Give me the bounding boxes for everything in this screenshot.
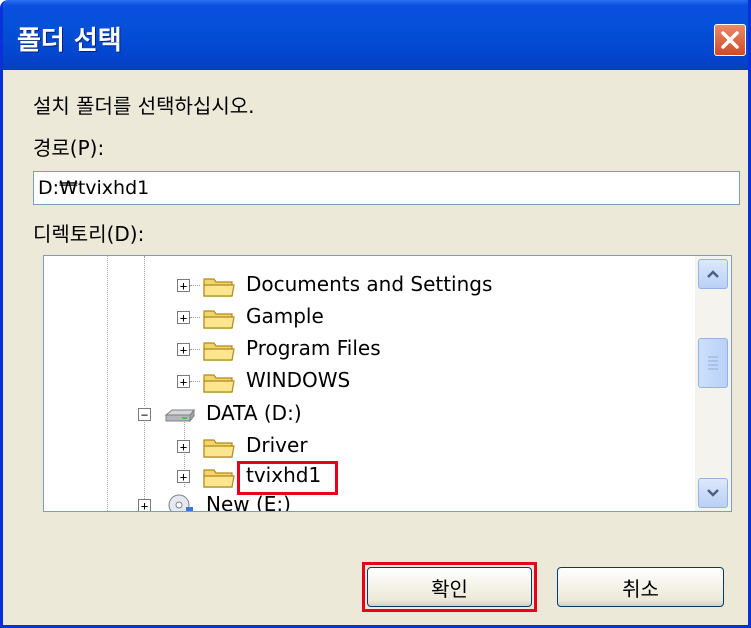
cancel-button[interactable]: 취소 bbox=[557, 567, 724, 607]
tree-item-gample[interactable]: + Gample bbox=[44, 302, 694, 332]
scroll-up-button[interactable] bbox=[698, 259, 728, 289]
tree-item-windows[interactable]: + WINDOWS bbox=[44, 366, 694, 396]
tree-item-label: Documents and Settings bbox=[246, 272, 493, 296]
folder-icon bbox=[203, 310, 235, 329]
cd-drive-icon bbox=[168, 494, 193, 511]
ok-button-highlight bbox=[362, 562, 537, 612]
tree-item-data-drive[interactable]: − DATA (D:) bbox=[44, 399, 694, 429]
tree-item-label: Program Files bbox=[246, 336, 381, 360]
tree-item-label: Driver bbox=[246, 433, 308, 457]
expand-icon[interactable]: + bbox=[177, 375, 190, 388]
folder-select-dialog: 폴더 선택 설치 폴더를 선택하십시오. 경로(P): 디렉토리(D): + bbox=[0, 0, 751, 628]
title-bar[interactable]: 폴더 선택 bbox=[3, 0, 748, 70]
expand-icon[interactable]: + bbox=[177, 279, 190, 292]
folder-icon bbox=[203, 439, 235, 458]
vertical-scrollbar[interactable] bbox=[695, 256, 731, 511]
path-label: 경로(P): bbox=[33, 136, 105, 160]
folder-icon bbox=[203, 342, 235, 361]
tree-item-label: WINDOWS bbox=[246, 368, 351, 392]
expand-icon[interactable]: + bbox=[177, 440, 190, 453]
tree-item-driver[interactable]: + Driver bbox=[44, 431, 694, 461]
chevron-down-icon bbox=[707, 489, 719, 497]
tree-item-label: New (E:) bbox=[206, 492, 291, 512]
path-input[interactable] bbox=[33, 171, 740, 205]
expand-icon[interactable]: + bbox=[138, 499, 151, 511]
expand-icon[interactable]: + bbox=[177, 311, 190, 324]
collapse-icon[interactable]: − bbox=[138, 408, 151, 421]
close-button[interactable] bbox=[714, 24, 746, 56]
folder-icon bbox=[203, 374, 235, 393]
directory-label: 디렉토리(D): bbox=[33, 222, 145, 246]
tree-item-program-files[interactable]: + Program Files bbox=[44, 334, 694, 364]
tree-item-label: Gample bbox=[246, 304, 324, 328]
close-icon bbox=[721, 31, 739, 49]
dialog-body: 설치 폴더를 선택하십시오. 경로(P): 디렉토리(D): + Documen… bbox=[3, 70, 748, 625]
instruction-text: 설치 폴더를 선택하십시오. bbox=[33, 94, 255, 118]
grip-icon bbox=[708, 356, 718, 370]
folder-icon bbox=[203, 469, 235, 488]
tree-item-label: DATA (D:) bbox=[206, 401, 302, 425]
tree-item-new-drive[interactable]: + New (E:) bbox=[44, 490, 694, 512]
chevron-up-icon bbox=[707, 270, 719, 278]
drive-icon bbox=[164, 408, 196, 423]
expand-icon[interactable]: + bbox=[177, 343, 190, 356]
directory-tree[interactable]: + Documents and Settings + Gample + Prog… bbox=[43, 255, 732, 512]
expand-icon[interactable]: + bbox=[177, 470, 190, 483]
window-title: 폴더 선택 bbox=[17, 26, 122, 56]
scroll-down-button[interactable] bbox=[698, 478, 728, 508]
folder-icon bbox=[203, 278, 235, 297]
scroll-thumb[interactable] bbox=[698, 338, 728, 388]
tree-item-tvixhd1[interactable]: + tvixhd1 bbox=[44, 461, 694, 491]
tree-item-documents-and-settings[interactable]: + Documents and Settings bbox=[44, 270, 694, 300]
